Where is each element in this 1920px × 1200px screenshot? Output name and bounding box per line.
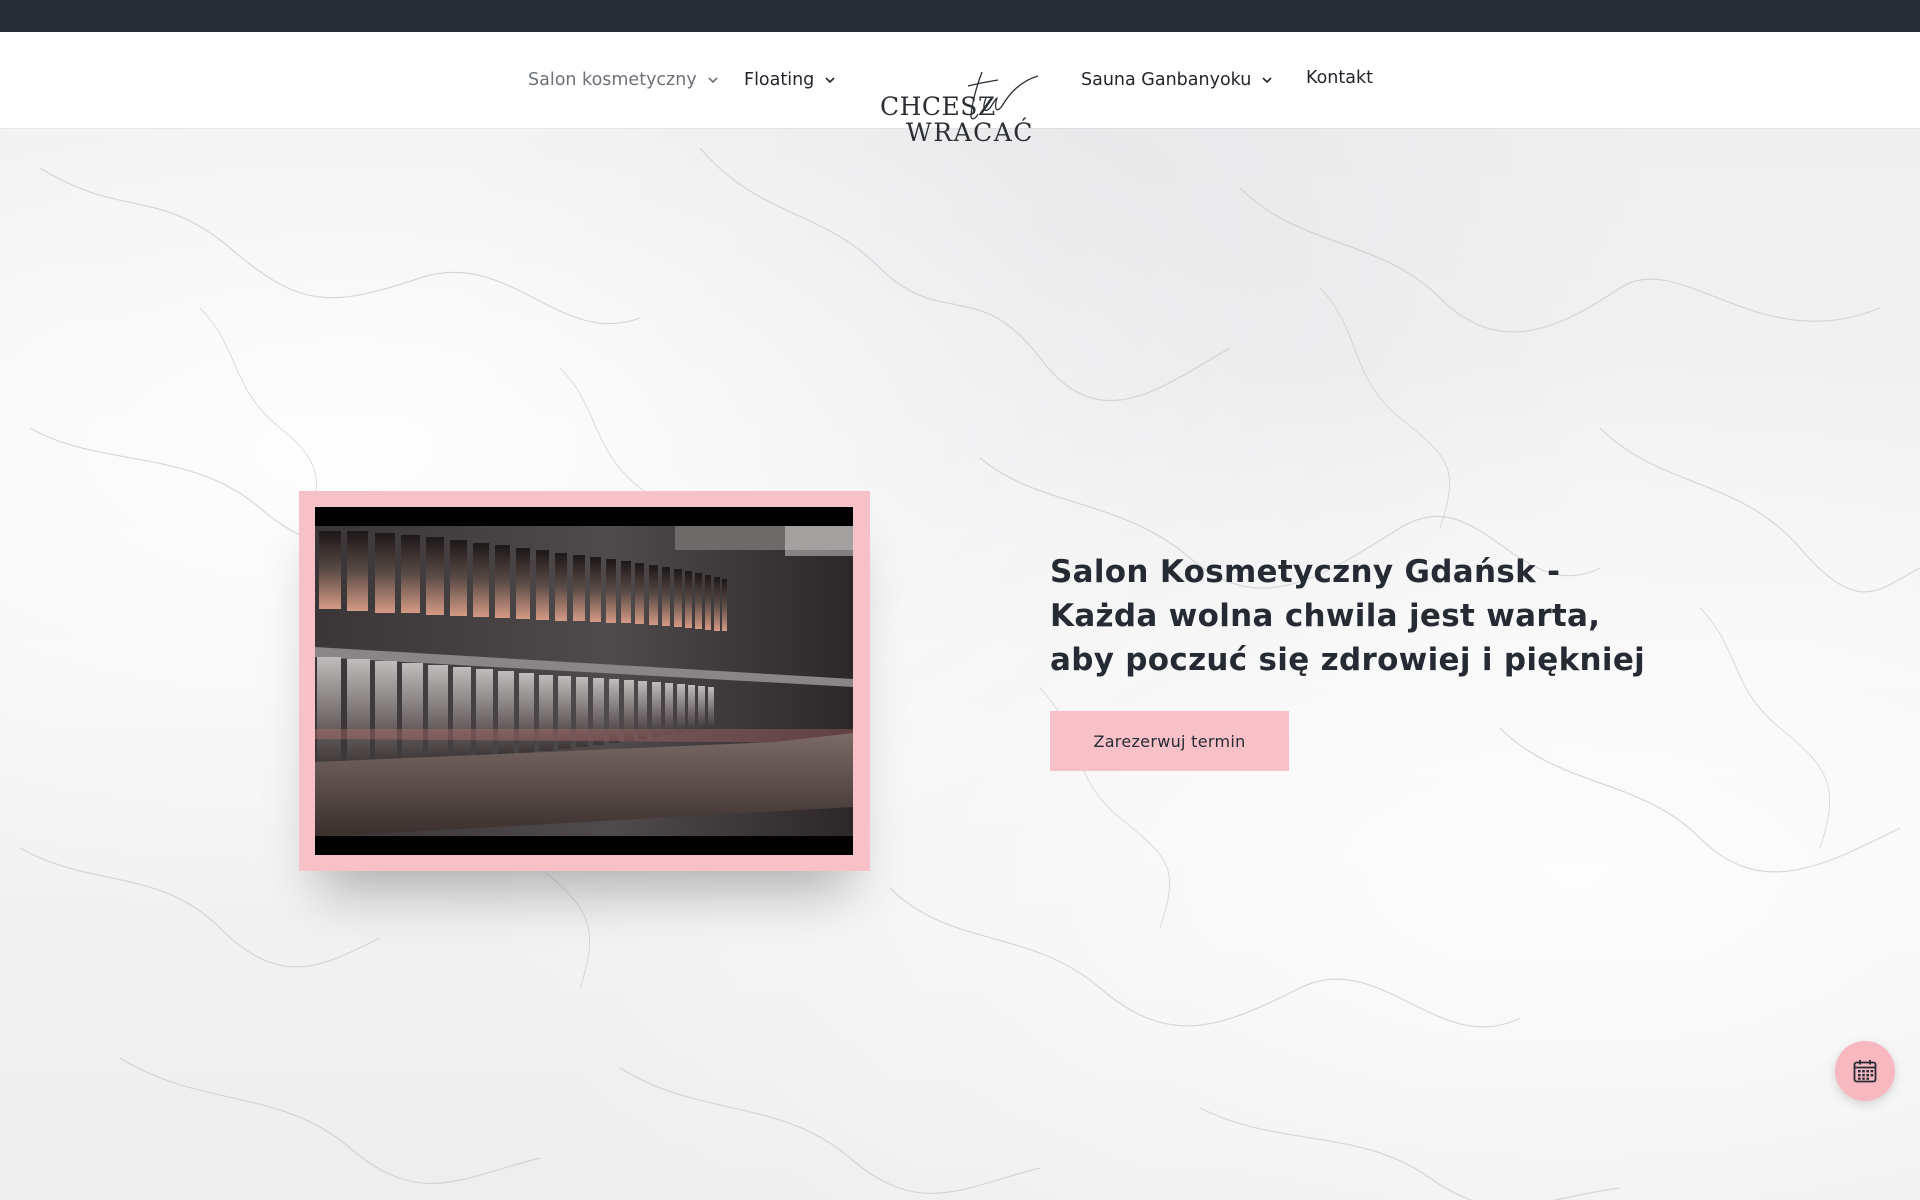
- nav-item-salon-kosmetyczny[interactable]: Salon kosmetyczny: [528, 32, 720, 128]
- nav-item-label: Sauna Ganbanyoku: [1081, 70, 1252, 90]
- chevron-down-icon: [1260, 73, 1274, 87]
- nav-item-label: Kontakt: [1306, 68, 1373, 88]
- hero-heading-bold: Salon Kosmetyczny Gdańsk: [1050, 554, 1536, 590]
- nail-polish-shelf-image: [315, 507, 853, 855]
- hero-heading: Salon Kosmetyczny Gdańsk - Każda wolna c…: [1050, 550, 1650, 682]
- logo-line-1: CHCESZ: [880, 92, 996, 121]
- site-header: Salon kosmetyczny Floating CHCESZ WRACAĆ…: [0, 30, 1920, 147]
- chevron-down-icon: [706, 73, 720, 87]
- hero-section: Salon Kosmetyczny Gdańsk - Każda wolna c…: [0, 128, 1920, 1200]
- nav-item-sauna-ganbanyoku[interactable]: Sauna Ganbanyoku: [1081, 32, 1274, 128]
- top-bar: [0, 0, 1920, 32]
- nav-item-kontakt[interactable]: Kontakt: [1306, 30, 1373, 126]
- salon-video[interactable]: [315, 507, 853, 855]
- nav-item-label: Floating: [744, 70, 815, 90]
- chevron-down-icon: [823, 73, 837, 87]
- logo-line-2: WRACAĆ: [906, 118, 1034, 147]
- nav-item-floating[interactable]: Floating: [744, 32, 837, 128]
- nav-item-label: Salon kosmetyczny: [528, 70, 697, 90]
- calendar-icon: [1853, 1060, 1877, 1083]
- site-logo[interactable]: CHCESZ WRACAĆ: [876, 68, 1040, 148]
- book-appointment-button[interactable]: Zarezerwuj termin: [1050, 711, 1289, 771]
- booking-widget-button[interactable]: [1835, 1041, 1895, 1101]
- video-frame: [299, 491, 870, 871]
